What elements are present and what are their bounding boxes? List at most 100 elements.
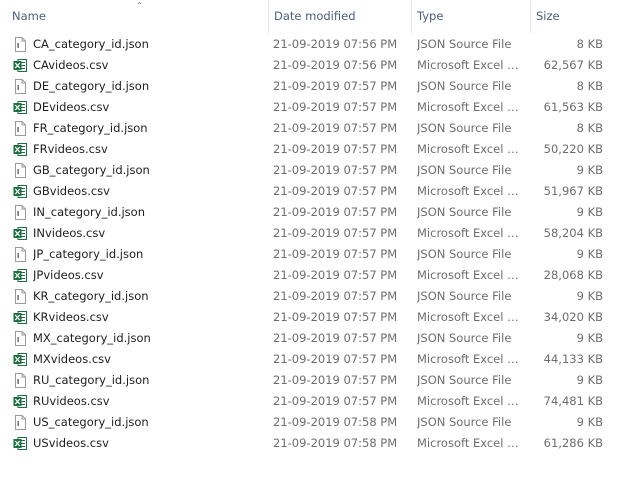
file-row[interactable]: JP_category_id.json 21-09-2019 07:57 PM JS… (0, 244, 610, 265)
file-name: FR_category_id.json (33, 121, 148, 135)
chevron-up-icon: ⌃ (136, 1, 143, 10)
file-size: 9 KB (576, 163, 603, 177)
excel-csv-icon (13, 352, 27, 367)
file-rows: CA_category_id.json 21-09-2019 07:56 PM JS… (0, 34, 638, 454)
file-date-modified: 21-09-2019 07:58 PM (273, 415, 398, 429)
file-type: Microsoft Excel C... (417, 310, 523, 324)
file-name: GBvideos.csv (33, 184, 110, 198)
json-file-icon (13, 415, 27, 430)
file-name: US_category_id.json (33, 415, 149, 429)
file-row[interactable]: DEvideos.csv 21-09-2019 07:57 PM Microsoft… (0, 97, 610, 118)
file-size: 34,020 KB (543, 310, 603, 324)
file-row[interactable]: CAvideos.csv 21-09-2019 07:56 PM Microsoft… (0, 55, 610, 76)
file-date-modified: 21-09-2019 07:57 PM (273, 352, 398, 366)
excel-csv-icon (13, 226, 27, 241)
file-date-modified: 21-09-2019 07:58 PM (273, 436, 398, 450)
file-size: 50,220 KB (543, 142, 603, 156)
file-size: 58,204 KB (543, 226, 603, 240)
file-type: Microsoft Excel C... (417, 394, 523, 408)
json-file-icon (13, 331, 27, 346)
json-file-icon (13, 79, 27, 94)
file-size: 51,967 KB (543, 184, 603, 198)
file-row[interactable]: RU_category_id.json 21-09-2019 07:57 PM JS… (0, 370, 610, 391)
file-row[interactable]: JPvideos.csv 21-09-2019 07:57 PM Microsoft… (0, 265, 610, 286)
file-type: Microsoft Excel C... (417, 436, 523, 450)
file-date-modified: 21-09-2019 07:57 PM (273, 205, 398, 219)
file-row[interactable]: RUvideos.csv 21-09-2019 07:57 PM Microsoft… (0, 391, 610, 412)
file-type: Microsoft Excel C... (417, 100, 523, 114)
excel-csv-icon (13, 142, 27, 157)
file-name: RU_category_id.json (33, 373, 150, 387)
column-header-date-modified[interactable]: Date modified (268, 0, 411, 33)
file-type: Microsoft Excel C... (417, 58, 523, 72)
column-header-type[interactable]: Type (411, 0, 530, 33)
column-header-name[interactable]: Name ⌃ (7, 0, 268, 33)
file-date-modified: 21-09-2019 07:56 PM (273, 37, 398, 51)
file-size: 9 KB (576, 415, 603, 429)
file-name: DE_category_id.json (33, 79, 150, 93)
file-date-modified: 21-09-2019 07:57 PM (273, 268, 398, 282)
file-date-modified: 21-09-2019 07:57 PM (273, 121, 398, 135)
file-row[interactable]: IN_category_id.json 21-09-2019 07:57 PM JS… (0, 202, 610, 223)
file-date-modified: 21-09-2019 07:57 PM (273, 163, 398, 177)
file-type: JSON Source File (417, 331, 512, 345)
file-name: INvideos.csv (33, 226, 106, 240)
file-row[interactable]: USvideos.csv 21-09-2019 07:58 PM Microsoft… (0, 433, 610, 454)
file-row[interactable]: US_category_id.json 21-09-2019 07:58 PM JS… (0, 412, 610, 433)
file-row[interactable]: GB_category_id.json 21-09-2019 07:57 PM JS… (0, 160, 610, 181)
file-name: FRvideos.csv (33, 142, 108, 156)
json-file-icon (13, 289, 27, 304)
json-file-icon (13, 247, 27, 262)
file-list-view: Name ⌃ Date modified Type Size CA_catego… (0, 0, 638, 478)
file-size: 8 KB (576, 79, 603, 93)
file-name: MX_category_id.json (33, 331, 151, 345)
file-type: JSON Source File (417, 121, 512, 135)
file-size: 9 KB (576, 289, 603, 303)
file-name: USvideos.csv (33, 436, 109, 450)
file-row[interactable]: KR_category_id.json 21-09-2019 07:57 PM JS… (0, 286, 610, 307)
file-date-modified: 21-09-2019 07:57 PM (273, 79, 398, 93)
file-row[interactable]: MX_category_id.json 21-09-2019 07:57 PM JS… (0, 328, 610, 349)
file-row[interactable]: KRvideos.csv 21-09-2019 07:57 PM Microsoft… (0, 307, 610, 328)
excel-csv-icon (13, 184, 27, 199)
file-date-modified: 21-09-2019 07:56 PM (273, 58, 398, 72)
file-row[interactable]: DE_category_id.json 21-09-2019 07:57 PM JS… (0, 76, 610, 97)
file-date-modified: 21-09-2019 07:57 PM (273, 142, 398, 156)
file-type: JSON Source File (417, 205, 512, 219)
file-date-modified: 21-09-2019 07:57 PM (273, 184, 398, 198)
json-file-icon (13, 373, 27, 388)
file-size: 9 KB (576, 247, 603, 261)
column-header-name-label: Name (12, 9, 46, 23)
excel-csv-icon (13, 58, 27, 73)
file-type: JSON Source File (417, 415, 512, 429)
file-date-modified: 21-09-2019 07:57 PM (273, 247, 398, 261)
file-row[interactable]: CA_category_id.json 21-09-2019 07:56 PM JS… (0, 34, 610, 55)
file-row[interactable]: GBvideos.csv 21-09-2019 07:57 PM Microsoft… (0, 181, 610, 202)
file-date-modified: 21-09-2019 07:57 PM (273, 310, 398, 324)
column-header-size[interactable]: Size (530, 0, 610, 33)
file-type: JSON Source File (417, 289, 512, 303)
file-date-modified: 21-09-2019 07:57 PM (273, 100, 398, 114)
file-type: Microsoft Excel C... (417, 226, 523, 240)
file-type: JSON Source File (417, 79, 512, 93)
file-date-modified: 21-09-2019 07:57 PM (273, 289, 398, 303)
file-name: JPvideos.csv (33, 268, 104, 282)
file-name: KRvideos.csv (33, 310, 109, 324)
file-size: 61,563 KB (543, 100, 603, 114)
excel-csv-icon (13, 310, 27, 325)
file-type: JSON Source File (417, 37, 512, 51)
file-size: 28,068 KB (543, 268, 603, 282)
file-name: GB_category_id.json (33, 163, 150, 177)
column-header-bar: Name ⌃ Date modified Type Size (0, 0, 638, 33)
file-name: MXvideos.csv (33, 352, 111, 366)
file-row[interactable]: INvideos.csv 21-09-2019 07:57 PM Microsoft… (0, 223, 610, 244)
file-size: 9 KB (576, 373, 603, 387)
file-row[interactable]: FRvideos.csv 21-09-2019 07:57 PM Microsoft… (0, 139, 610, 160)
file-type: JSON Source File (417, 163, 512, 177)
file-date-modified: 21-09-2019 07:57 PM (273, 394, 398, 408)
excel-csv-icon (13, 394, 27, 409)
json-file-icon (13, 163, 27, 178)
file-row[interactable]: MXvideos.csv 21-09-2019 07:57 PM Microsoft… (0, 349, 610, 370)
file-row[interactable]: FR_category_id.json 21-09-2019 07:57 PM JS… (0, 118, 610, 139)
file-size: 8 KB (576, 121, 603, 135)
